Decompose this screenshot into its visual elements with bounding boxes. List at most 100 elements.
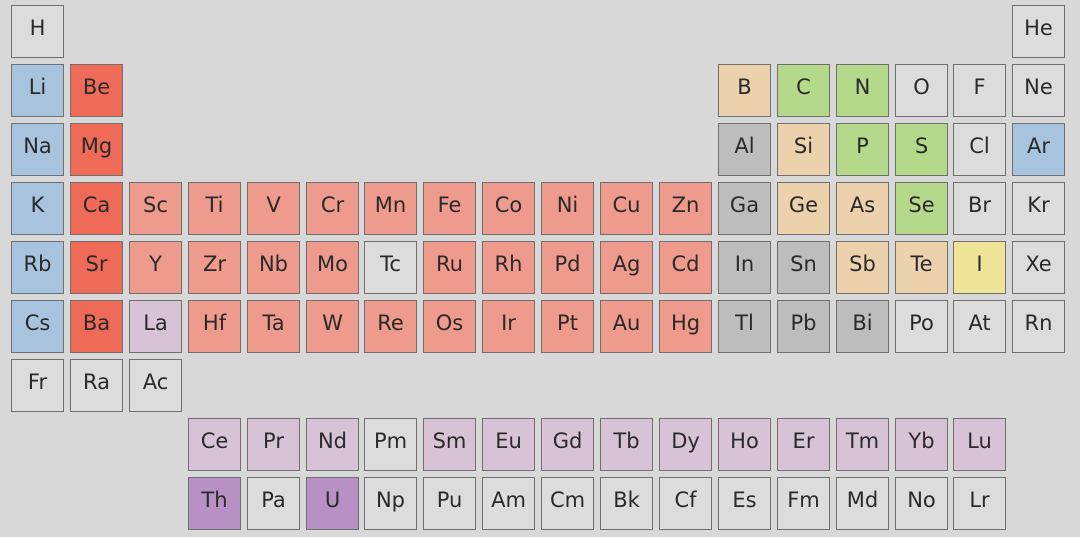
element-kr[interactable]: Kr bbox=[1012, 182, 1065, 235]
element-in[interactable]: In bbox=[718, 241, 771, 294]
element-b[interactable]: B bbox=[718, 64, 771, 117]
element-dy[interactable]: Dy bbox=[659, 418, 712, 471]
element-pb[interactable]: Pb bbox=[777, 300, 830, 353]
element-ho[interactable]: Ho bbox=[718, 418, 771, 471]
element-fr[interactable]: Fr bbox=[11, 359, 64, 412]
element-sr[interactable]: Sr bbox=[70, 241, 123, 294]
element-au[interactable]: Au bbox=[600, 300, 653, 353]
element-no[interactable]: No bbox=[895, 477, 948, 530]
element-br[interactable]: Br bbox=[953, 182, 1006, 235]
element-ne[interactable]: Ne bbox=[1012, 64, 1065, 117]
element-rh[interactable]: Rh bbox=[482, 241, 535, 294]
element-ge[interactable]: Ge bbox=[777, 182, 830, 235]
element-mn[interactable]: Mn bbox=[364, 182, 417, 235]
element-ru[interactable]: Ru bbox=[423, 241, 476, 294]
element-nb[interactable]: Nb bbox=[247, 241, 300, 294]
element-fm[interactable]: Fm bbox=[777, 477, 830, 530]
element-sb[interactable]: Sb bbox=[836, 241, 889, 294]
element-mg[interactable]: Mg bbox=[70, 123, 123, 176]
element-i[interactable]: I bbox=[953, 241, 1006, 294]
element-np[interactable]: Np bbox=[364, 477, 417, 530]
element-pr[interactable]: Pr bbox=[247, 418, 300, 471]
element-li[interactable]: Li bbox=[11, 64, 64, 117]
element-ca[interactable]: Ca bbox=[70, 182, 123, 235]
element-lr[interactable]: Lr bbox=[953, 477, 1006, 530]
element-al[interactable]: Al bbox=[718, 123, 771, 176]
element-es[interactable]: Es bbox=[718, 477, 771, 530]
element-si[interactable]: Si bbox=[777, 123, 830, 176]
element-o[interactable]: O bbox=[895, 64, 948, 117]
element-u[interactable]: U bbox=[306, 477, 359, 530]
element-as[interactable]: As bbox=[836, 182, 889, 235]
element-hg[interactable]: Hg bbox=[659, 300, 712, 353]
element-tm[interactable]: Tm bbox=[836, 418, 889, 471]
element-mo[interactable]: Mo bbox=[306, 241, 359, 294]
element-th[interactable]: Th bbox=[188, 477, 241, 530]
element-v[interactable]: V bbox=[247, 182, 300, 235]
element-bk[interactable]: Bk bbox=[600, 477, 653, 530]
element-n[interactable]: N bbox=[836, 64, 889, 117]
element-am[interactable]: Am bbox=[482, 477, 535, 530]
element-fe[interactable]: Fe bbox=[423, 182, 476, 235]
element-ce[interactable]: Ce bbox=[188, 418, 241, 471]
element-lu[interactable]: Lu bbox=[953, 418, 1006, 471]
element-tb[interactable]: Tb bbox=[600, 418, 653, 471]
element-at[interactable]: At bbox=[953, 300, 1006, 353]
element-cm[interactable]: Cm bbox=[541, 477, 594, 530]
element-ba[interactable]: Ba bbox=[70, 300, 123, 353]
element-nd[interactable]: Nd bbox=[306, 418, 359, 471]
element-hf[interactable]: Hf bbox=[188, 300, 241, 353]
element-gd[interactable]: Gd bbox=[541, 418, 594, 471]
element-te[interactable]: Te bbox=[895, 241, 948, 294]
element-po[interactable]: Po bbox=[895, 300, 948, 353]
element-co[interactable]: Co bbox=[482, 182, 535, 235]
element-eu[interactable]: Eu bbox=[482, 418, 535, 471]
element-se[interactable]: Se bbox=[895, 182, 948, 235]
element-ac[interactable]: Ac bbox=[129, 359, 182, 412]
element-c[interactable]: C bbox=[777, 64, 830, 117]
element-cf[interactable]: Cf bbox=[659, 477, 712, 530]
element-zn[interactable]: Zn bbox=[659, 182, 712, 235]
element-w[interactable]: W bbox=[306, 300, 359, 353]
element-cr[interactable]: Cr bbox=[306, 182, 359, 235]
element-cl[interactable]: Cl bbox=[953, 123, 1006, 176]
element-sc[interactable]: Sc bbox=[129, 182, 182, 235]
element-ta[interactable]: Ta bbox=[247, 300, 300, 353]
element-bi[interactable]: Bi bbox=[836, 300, 889, 353]
element-md[interactable]: Md bbox=[836, 477, 889, 530]
element-ar[interactable]: Ar bbox=[1012, 123, 1065, 176]
element-os[interactable]: Os bbox=[423, 300, 476, 353]
element-cs[interactable]: Cs bbox=[11, 300, 64, 353]
element-f[interactable]: F bbox=[953, 64, 1006, 117]
element-er[interactable]: Er bbox=[777, 418, 830, 471]
element-ni[interactable]: Ni bbox=[541, 182, 594, 235]
element-ga[interactable]: Ga bbox=[718, 182, 771, 235]
element-y[interactable]: Y bbox=[129, 241, 182, 294]
element-pu[interactable]: Pu bbox=[423, 477, 476, 530]
element-h[interactable]: H bbox=[11, 5, 64, 58]
element-s[interactable]: S bbox=[895, 123, 948, 176]
element-pa[interactable]: Pa bbox=[247, 477, 300, 530]
element-ra[interactable]: Ra bbox=[70, 359, 123, 412]
element-cu[interactable]: Cu bbox=[600, 182, 653, 235]
element-pm[interactable]: Pm bbox=[364, 418, 417, 471]
element-zr[interactable]: Zr bbox=[188, 241, 241, 294]
element-pt[interactable]: Pt bbox=[541, 300, 594, 353]
element-xe[interactable]: Xe bbox=[1012, 241, 1065, 294]
element-yb[interactable]: Yb bbox=[895, 418, 948, 471]
element-na[interactable]: Na bbox=[11, 123, 64, 176]
element-re[interactable]: Re bbox=[364, 300, 417, 353]
element-rn[interactable]: Rn bbox=[1012, 300, 1065, 353]
element-cd[interactable]: Cd bbox=[659, 241, 712, 294]
element-he[interactable]: He bbox=[1012, 5, 1065, 58]
element-pd[interactable]: Pd bbox=[541, 241, 594, 294]
element-sn[interactable]: Sn bbox=[777, 241, 830, 294]
element-tc[interactable]: Tc bbox=[364, 241, 417, 294]
element-ag[interactable]: Ag bbox=[600, 241, 653, 294]
element-la[interactable]: La bbox=[129, 300, 182, 353]
element-tl[interactable]: Tl bbox=[718, 300, 771, 353]
element-be[interactable]: Be bbox=[70, 64, 123, 117]
element-sm[interactable]: Sm bbox=[423, 418, 476, 471]
element-rb[interactable]: Rb bbox=[11, 241, 64, 294]
element-ir[interactable]: Ir bbox=[482, 300, 535, 353]
